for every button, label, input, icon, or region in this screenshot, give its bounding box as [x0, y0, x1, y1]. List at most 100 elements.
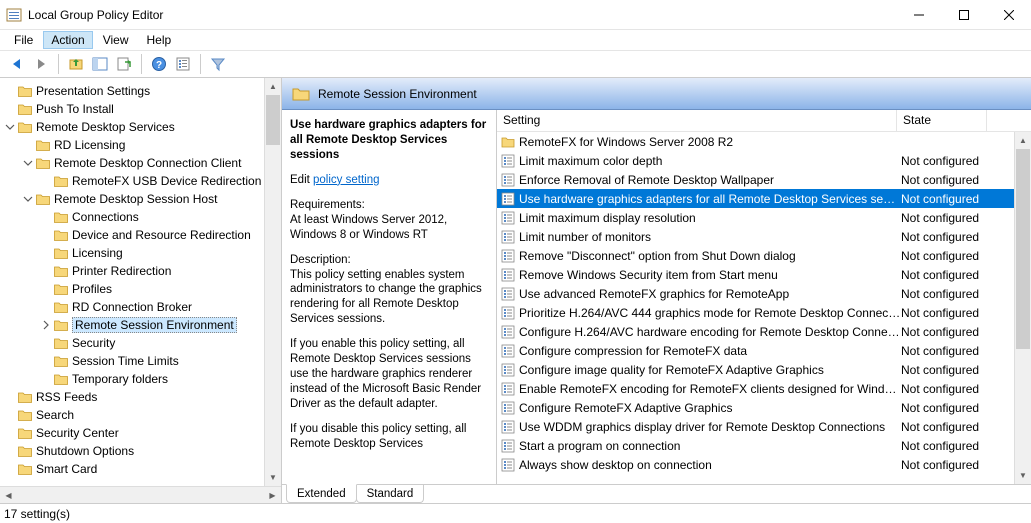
tree-item[interactable]: Security: [0, 334, 264, 352]
collapse-icon[interactable]: [22, 157, 34, 169]
setting-state: Not configured: [901, 458, 991, 472]
close-button[interactable]: [986, 0, 1031, 30]
list-row[interactable]: Use advanced RemoteFX graphics for Remot…: [497, 284, 1031, 303]
selected-setting-title: Use hardware graphics adapters for all R…: [290, 118, 488, 163]
list-row[interactable]: Remove Windows Security item from Start …: [497, 265, 1031, 284]
minimize-button[interactable]: [896, 0, 941, 30]
list-row[interactable]: Limit maximum color depthNot configured: [497, 151, 1031, 170]
list-scrollbar-vertical[interactable]: ▲ ▼: [1014, 132, 1031, 484]
list-row[interactable]: Configure H.264/AVC hardware encoding fo…: [497, 322, 1031, 341]
list-row[interactable]: Enforce Removal of Remote Desktop Wallpa…: [497, 170, 1031, 189]
list-row[interactable]: Configure RemoteFX Adaptive GraphicsNot …: [497, 398, 1031, 417]
tree-item[interactable]: Shutdown Options: [0, 442, 264, 460]
tree-label: Security Center: [36, 426, 119, 440]
list-row[interactable]: Always show desktop on connectionNot con…: [497, 455, 1031, 474]
export-list-button[interactable]: [113, 53, 135, 75]
scroll-right-icon[interactable]: ▶: [264, 487, 281, 503]
tree-item[interactable]: Remote Desktop Session Host: [0, 190, 264, 208]
scroll-down-icon[interactable]: ▼: [265, 469, 281, 486]
up-button[interactable]: [65, 53, 87, 75]
setting-name: Limit number of monitors: [519, 230, 901, 244]
setting-state: Not configured: [901, 344, 991, 358]
list-row[interactable]: Start a program on connectionNot configu…: [497, 436, 1031, 455]
scroll-down-icon[interactable]: ▼: [1015, 467, 1031, 484]
setting-name: Use advanced RemoteFX graphics for Remot…: [519, 287, 901, 301]
tree-item[interactable]: Search: [0, 406, 264, 424]
list-row[interactable]: Enable RemoteFX encoding for RemoteFX cl…: [497, 379, 1031, 398]
tree[interactable]: Presentation SettingsPush To InstallRemo…: [0, 78, 264, 486]
list-row[interactable]: Configure compression for RemoteFX dataN…: [497, 341, 1031, 360]
tree-label: Remote Desktop Session Host: [54, 192, 217, 206]
setting-state: Not configured: [901, 420, 991, 434]
scroll-up-icon[interactable]: ▲: [1015, 132, 1031, 149]
tree-item[interactable]: Presentation Settings: [0, 82, 264, 100]
tree-item[interactable]: Remote Desktop Services: [0, 118, 264, 136]
tree-item[interactable]: Security Center: [0, 424, 264, 442]
list-row[interactable]: Limit number of monitorsNot configured: [497, 227, 1031, 246]
tab-standard[interactable]: Standard: [356, 485, 425, 503]
tree-item[interactable]: Device and Resource Redirection: [0, 226, 264, 244]
scroll-up-icon[interactable]: ▲: [265, 78, 281, 95]
list-row[interactable]: Limit maximum display resolutionNot conf…: [497, 208, 1031, 227]
tab-extended[interactable]: Extended: [286, 484, 357, 503]
setting-state: Not configured: [901, 249, 991, 263]
setting-state: Not configured: [901, 192, 991, 206]
properties-button[interactable]: [172, 53, 194, 75]
filter-button[interactable]: [207, 53, 229, 75]
scroll-left-icon[interactable]: ◀: [0, 487, 17, 503]
list-row[interactable]: Use WDDM graphics display driver for Rem…: [497, 417, 1031, 436]
column-state[interactable]: State: [897, 110, 987, 131]
tree-item[interactable]: Remote Desktop Connection Client: [0, 154, 264, 172]
tree-scrollbar-vertical[interactable]: ▲ ▼: [264, 78, 281, 486]
edit-policy-line: Edit policy setting: [290, 173, 488, 188]
tree-item[interactable]: RD Connection Broker: [0, 298, 264, 316]
setting-state: Not configured: [901, 211, 991, 225]
tree-item[interactable]: Push To Install: [0, 100, 264, 118]
scroll-thumb[interactable]: [1016, 149, 1030, 349]
tree-label: Licensing: [72, 246, 123, 260]
tree-label: Presentation Settings: [36, 84, 150, 98]
show-hide-tree-button[interactable]: [89, 53, 111, 75]
back-button[interactable]: [6, 53, 28, 75]
tree-item[interactable]: Connections: [0, 208, 264, 226]
tree-item[interactable]: RemoteFX USB Device Redirection: [0, 172, 264, 190]
tree-item[interactable]: Printer Redirection: [0, 262, 264, 280]
tree-item[interactable]: RSS Feeds: [0, 388, 264, 406]
edit-policy-link[interactable]: policy setting: [313, 174, 379, 186]
tree-scrollbar-horizontal[interactable]: ◀ ▶: [0, 486, 281, 503]
expand-icon[interactable]: [40, 319, 52, 331]
list-row[interactable]: Remove "Disconnect" option from Shut Dow…: [497, 246, 1031, 265]
forward-button[interactable]: [30, 53, 52, 75]
setting-name: Start a program on connection: [519, 439, 901, 453]
maximize-button[interactable]: [941, 0, 986, 30]
column-setting[interactable]: Setting: [497, 110, 897, 131]
tree-item[interactable]: Temporary folders: [0, 370, 264, 388]
menu-help[interactable]: Help: [139, 31, 180, 49]
collapse-icon[interactable]: [22, 193, 34, 205]
tree-item[interactable]: Session Time Limits: [0, 352, 264, 370]
help-button[interactable]: ?: [148, 53, 170, 75]
list-row[interactable]: Prioritize H.264/AVC 444 graphics mode f…: [497, 303, 1031, 322]
scroll-thumb[interactable]: [266, 95, 280, 145]
list-body[interactable]: RemoteFX for Windows Server 2008 R2Limit…: [497, 132, 1031, 484]
collapse-icon[interactable]: [4, 121, 16, 133]
list-row[interactable]: Configure image quality for RemoteFX Ada…: [497, 360, 1031, 379]
tree-item[interactable]: RD Licensing: [0, 136, 264, 154]
tree-item[interactable]: Smart Card: [0, 460, 264, 478]
app-icon: [6, 7, 22, 23]
toolbar: ?: [0, 50, 1031, 78]
tree-item[interactable]: Licensing: [0, 244, 264, 262]
setting-name: Configure compression for RemoteFX data: [519, 344, 901, 358]
tree-item[interactable]: Remote Session Environment: [0, 316, 264, 334]
menu-file[interactable]: File: [6, 31, 41, 49]
list-row[interactable]: RemoteFX for Windows Server 2008 R2: [497, 132, 1031, 151]
tree-item[interactable]: Profiles: [0, 280, 264, 298]
list-row[interactable]: Use hardware graphics adapters for all R…: [497, 189, 1031, 208]
right-panel: Remote Session Environment Use hardware …: [282, 78, 1031, 503]
menubar: File Action View Help: [0, 30, 1031, 50]
menu-action[interactable]: Action: [43, 31, 92, 49]
setting-state: Not configured: [901, 230, 991, 244]
tree-label: RD Connection Broker: [72, 300, 192, 314]
menu-view[interactable]: View: [95, 31, 137, 49]
setting-state: Not configured: [901, 287, 991, 301]
